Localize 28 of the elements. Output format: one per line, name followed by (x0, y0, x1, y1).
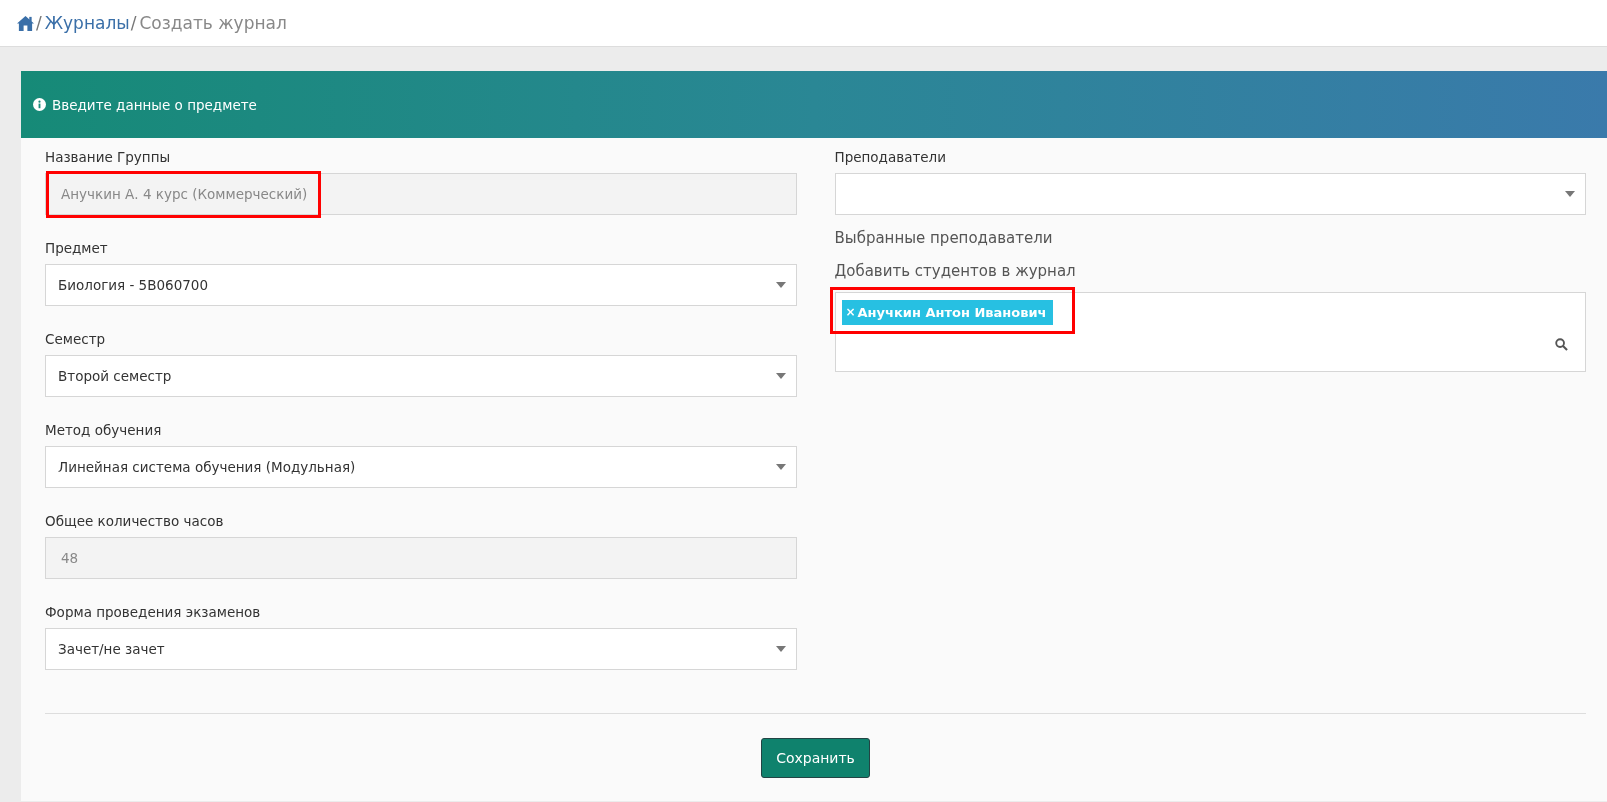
dropdown[interactable]: Биология - 5B060700 (45, 264, 797, 306)
save-button[interactable]: Сохранить (761, 738, 870, 778)
field-label: Общее количество часов (45, 513, 225, 529)
student-name: Анучкин Антон Иванович (857, 305, 1047, 320)
field-label: Добавить студентов в журнал (834, 262, 1077, 280)
dropdown-caret-icon (1565, 191, 1575, 197)
dropdown[interactable]: Линейная система обучения (Модульная) (45, 446, 797, 488)
breadcrumb-current: Создать журнал (139, 13, 287, 33)
breadcrumb-link[interactable]: Журналы (44, 13, 130, 33)
panel-title: Введите данные о предмете (52, 96, 257, 113)
info-icon (33, 98, 46, 111)
field-label: Семестр (45, 331, 107, 347)
field-label: Форма проведения экзаменов (45, 604, 262, 620)
search-icon (1555, 338, 1568, 351)
dropdown-caret-icon (775, 646, 786, 652)
selected-teachers-label: Выбранные преподаватели (834, 229, 1054, 247)
field-label: Преподаватели (834, 149, 948, 165)
field-label: Метод обучения (45, 422, 163, 438)
dropdown-caret-icon (775, 373, 786, 379)
field-label: Предмет (45, 240, 109, 256)
breadcrumb-separator: / (130, 13, 137, 33)
home-icon[interactable] (16, 14, 35, 32)
dropdown-caret-icon (775, 282, 786, 288)
dropdown[interactable]: Зачет/не зачет (45, 628, 797, 670)
field-label: Название Группы (45, 149, 172, 165)
dropdown-caret-icon (775, 464, 786, 470)
breadcrumb-separator: / (36, 13, 42, 33)
dropdown[interactable]: Второй семестр (45, 355, 797, 397)
